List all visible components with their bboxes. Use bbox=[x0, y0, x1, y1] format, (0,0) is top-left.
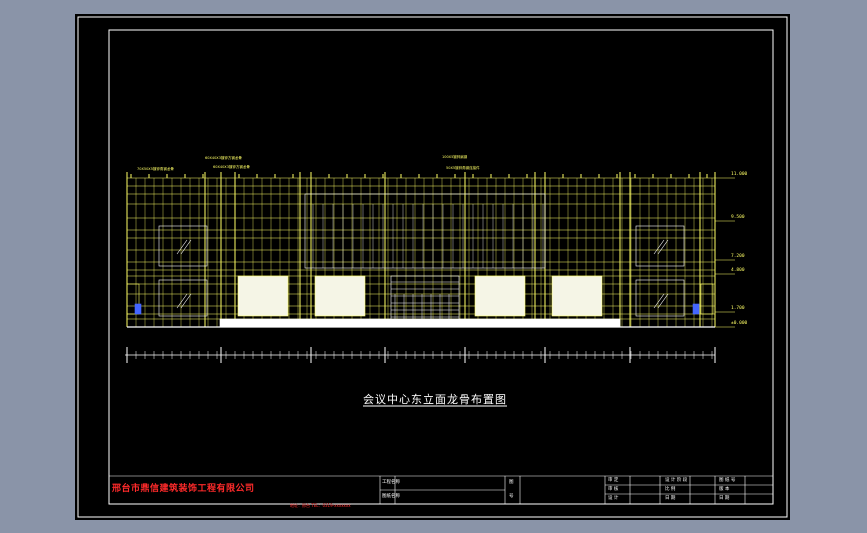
accent-block bbox=[692, 303, 700, 315]
role-date-2: 日 期 bbox=[719, 496, 730, 501]
elevation-facade bbox=[126, 172, 735, 328]
glass-hatch bbox=[176, 239, 188, 255]
glass-panel bbox=[237, 275, 289, 317]
role-approve: 审 定 bbox=[608, 478, 619, 483]
lower-window bbox=[158, 279, 208, 317]
callout-note: 70X50X5镀锌角钢龙骨 bbox=[137, 167, 174, 171]
figure-label: 图 bbox=[509, 480, 514, 485]
project-name-label: 工程名称 bbox=[382, 480, 400, 485]
lower-window bbox=[635, 279, 685, 317]
glass-hatch bbox=[180, 239, 192, 255]
inner-frame bbox=[108, 29, 774, 505]
drawing-sheet: 会议中心东立面龙骨布置图 邢台市鼎信建筑装饰工程有限公司 地址：邢台 TEL：0… bbox=[75, 14, 790, 520]
role-sheet: 图 纸 号 bbox=[719, 478, 736, 483]
dimension-line bbox=[125, 347, 716, 363]
glass-hatch bbox=[653, 239, 665, 255]
level-label: ±0.000 bbox=[731, 321, 748, 326]
plinth bbox=[219, 318, 621, 328]
level-label: 4.800 bbox=[731, 268, 745, 273]
outer-frame bbox=[77, 16, 788, 518]
level-label: 11.000 bbox=[731, 172, 748, 177]
glass-hatch bbox=[657, 239, 669, 255]
callout-note: 60X40X3镀锌方钢龙骨 bbox=[205, 156, 242, 160]
role-stage: 设 计 阶 段 bbox=[665, 478, 688, 483]
role-date: 日 期 bbox=[665, 496, 676, 501]
number-label: 号 bbox=[509, 494, 514, 499]
glass-panel bbox=[314, 275, 366, 317]
drawing-name-label: 图纸名称 bbox=[382, 494, 400, 499]
role-design: 设 计 bbox=[608, 496, 619, 501]
company-name: 邢台市鼎信建筑装饰工程有限公司 bbox=[112, 484, 255, 494]
role-scale: 比 例 bbox=[665, 487, 676, 492]
callout-note: 100X5镀锌扁钢 bbox=[442, 155, 468, 159]
level-label: 1.700 bbox=[731, 306, 745, 311]
callout-note: 50X5镀锌角钢连接件 bbox=[446, 166, 480, 170]
role-version: 版 本 bbox=[719, 487, 730, 492]
level-label: 9.500 bbox=[731, 215, 745, 220]
central-curtain-wall bbox=[304, 193, 546, 269]
role-review: 审 核 bbox=[608, 487, 619, 492]
glass-panel bbox=[551, 275, 603, 317]
callout-note: 60X40X3镀锌方钢龙骨 bbox=[213, 165, 250, 169]
level-label: 7.200 bbox=[731, 254, 745, 259]
accent-block bbox=[134, 303, 142, 315]
glass-panel bbox=[474, 275, 526, 317]
company-address: 地址：邢台 TEL：0319-xxxxxxx bbox=[290, 503, 351, 508]
drawing-title: 会议中心东立面龙骨布置图 bbox=[363, 393, 507, 406]
elevation-drawing bbox=[77, 16, 788, 518]
